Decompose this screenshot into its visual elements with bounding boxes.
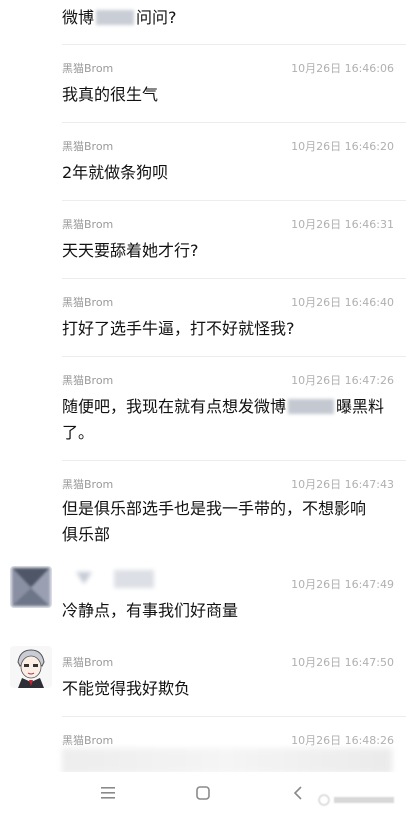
sender-name: 黑猫Brom (62, 140, 114, 153)
redacted-block (96, 10, 135, 25)
redacted-block (288, 399, 335, 414)
sender-name: 黑猫Brom (62, 734, 114, 747)
home-button[interactable] (183, 778, 223, 808)
message-divider (62, 200, 406, 201)
redacted-name-icon (76, 570, 154, 588)
back-button[interactable] (278, 778, 318, 808)
message-divider (62, 44, 406, 45)
sender-name: 黑猫Brom (62, 656, 114, 669)
sender-name-redacted (62, 568, 162, 593)
message-text: 不能觉得我好欺负 (62, 679, 191, 698)
message-divider (62, 122, 406, 123)
chat-screen: 微博 问问? 黑猫Brom 10月26日 16:46:06 我真的很生气 黑猫Br… (0, 0, 406, 816)
message-time: 10月26日 16:46:40 (291, 296, 394, 309)
message-time: 10月26日 16:47:50 (291, 656, 394, 669)
message-text: 打好了选手牛逼，打不好就怪我? (62, 319, 295, 338)
system-navbar (0, 772, 406, 816)
message-text-line: 但是俱乐部选手也是我一手带的，不想影响 (62, 499, 367, 518)
blurred-triangle-avatar-icon (10, 566, 52, 608)
sender-name: 黑猫Brom (62, 374, 114, 387)
back-chevron-icon (293, 786, 302, 800)
menu-button[interactable] (88, 778, 128, 808)
anime-character-avatar-icon (10, 646, 52, 688)
avatar[interactable] (10, 646, 52, 688)
sender-name: 黑猫Brom (62, 62, 114, 75)
message-text: 2年就做条狗呗 (62, 163, 169, 182)
message-time: 10月26日 16:46:31 (291, 218, 394, 231)
message-time: 10月26日 16:47:26 (291, 374, 394, 387)
message-time: 10月26日 16:47:49 (291, 578, 394, 591)
message-text: 天天要舔着她才行? (62, 241, 199, 260)
partial-message-text: 微博 问问? (62, 4, 177, 28)
watermark (318, 794, 398, 809)
message-text: 冷静点，有事我们好商量 (62, 601, 239, 620)
partial-message-suffix: 问问? (136, 8, 177, 27)
message-divider (62, 356, 406, 357)
blurred-content (62, 748, 392, 774)
message-text-part: 曝黑料 (336, 397, 385, 416)
message-divider (62, 716, 406, 717)
watermark-icon (318, 794, 394, 806)
message-text-line: 俱乐部 (62, 525, 111, 544)
message-text-part: 随便吧，我现在就有点想发微博 (62, 397, 287, 416)
avatar[interactable] (10, 566, 52, 608)
partial-message-prefix: 微博 (62, 8, 95, 27)
message-text: 我真的很生气 (62, 85, 159, 104)
message-divider (62, 460, 406, 461)
message-text-part: 了。 (62, 423, 95, 442)
message-text: 但是俱乐部选手也是我一手带的，不想影响 俱乐部 (62, 496, 396, 548)
sender-name: 黑猫Brom (62, 478, 114, 491)
home-square-icon (196, 786, 210, 800)
sender-name: 黑猫Brom (62, 296, 114, 309)
message-time: 10月26日 16:48:26 (291, 734, 394, 747)
message-time: 10月26日 16:47:43 (291, 478, 394, 491)
message-text: 随便吧，我现在就有点想发微博 曝黑料 了。 (62, 394, 396, 446)
message-divider (62, 278, 406, 279)
message-time: 10月26日 16:46:20 (291, 140, 394, 153)
message-time: 10月26日 16:46:06 (291, 62, 394, 75)
sender-name: 黑猫Brom (62, 218, 114, 231)
menu-icon (101, 787, 115, 799)
